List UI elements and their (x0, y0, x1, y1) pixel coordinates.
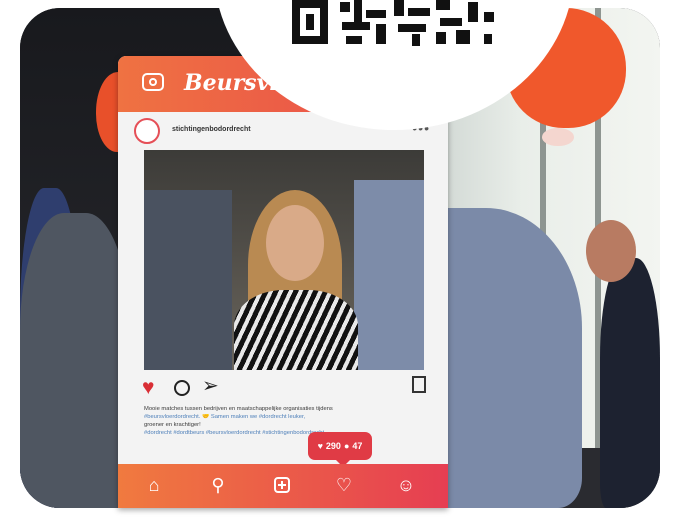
qr-code (290, 0, 504, 50)
man-right-jacket (354, 180, 424, 370)
post-caption: Mooie matches tussen bedrijven en maatsc… (144, 405, 412, 437)
man-left-body (20, 213, 130, 508)
comment-count: 47 (352, 441, 363, 451)
man-background-body (600, 258, 660, 508)
home-icon: ⌂ (148, 475, 160, 495)
camera-icon (142, 73, 164, 91)
comment-count-icon: ● (343, 441, 350, 451)
caption-line: groener en krachtiger! (144, 422, 201, 428)
profile-icon: ☺ (396, 475, 416, 495)
like-count: 290 (325, 441, 341, 451)
caption-line: #beursvloerdordrecht. 🤝 Samen maken we #… (144, 414, 306, 420)
scene: Beursvloer stichtingenbodordrecht ••• ♥ … (0, 0, 678, 517)
caption-line: Mooie matches tussen bedrijven en maatsc… (144, 406, 333, 412)
avatar (134, 118, 160, 144)
woman-face (266, 205, 324, 281)
bottom-nav: ⌂ ⚲ ♡ ☺ (118, 464, 448, 508)
caption-tags: #dordrecht #dordtbeurs #beursvloerdordre… (144, 430, 325, 436)
search-icon: ⚲ (211, 475, 225, 495)
add-icon (270, 474, 294, 493)
post-actions: ♥ ➢ (142, 376, 426, 400)
balloon-knot (542, 128, 574, 146)
heart-outline-icon: ♡ (335, 475, 353, 495)
likes-bubble: ♥ 290 ● 47 (308, 432, 372, 467)
like-count-icon: ♥ (317, 441, 323, 451)
send-icon: ➢ (202, 375, 219, 397)
woman-striped-jacket (234, 290, 358, 370)
man-left-shirt (144, 190, 232, 370)
comment-icon (174, 380, 190, 396)
profile-handle: stichtingenbodordrecht (172, 126, 251, 133)
heart-icon: ♥ (142, 376, 155, 399)
photo-window (144, 150, 424, 370)
man-background-head (586, 220, 636, 282)
bookmark-icon (412, 376, 426, 393)
